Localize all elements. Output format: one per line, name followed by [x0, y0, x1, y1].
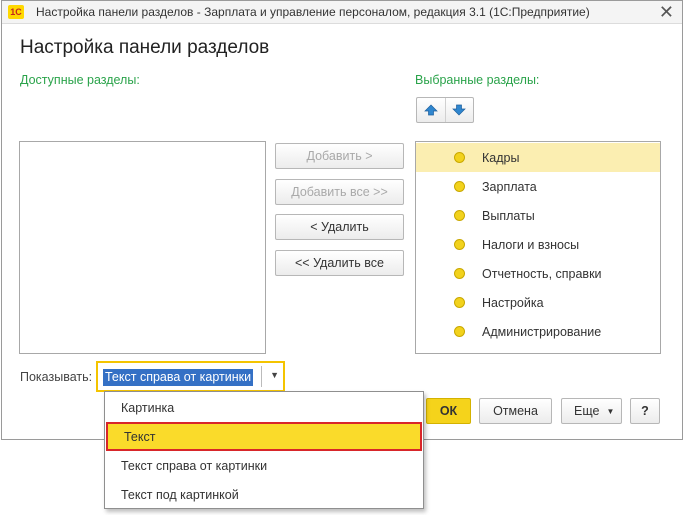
list-item[interactable]: Отчетность, справки: [416, 259, 660, 288]
list-item[interactable]: Настройка: [416, 288, 660, 317]
divider: [261, 366, 262, 387]
add-all-button[interactable]: Добавить все >>: [275, 179, 404, 205]
show-mode-select[interactable]: Текст справа от картинки ▼: [96, 361, 285, 392]
available-sections-label: Доступные разделы:: [20, 73, 140, 87]
list-item[interactable]: Налоги и взносы: [416, 230, 660, 259]
selected-sections-label: Выбранные разделы:: [415, 73, 540, 87]
list-item[interactable]: Зарплата: [416, 172, 660, 201]
list-item-label: Налоги и взносы: [482, 237, 580, 252]
remove-button[interactable]: < Удалить: [275, 214, 404, 240]
section-bullet-icon: [454, 239, 465, 250]
show-mode-label: Показывать:: [20, 370, 93, 384]
show-mode-value[interactable]: Текст справа от картинки: [103, 369, 254, 386]
list-item[interactable]: Выплаты: [416, 201, 660, 230]
list-item-label: Выплаты: [482, 208, 535, 223]
section-bullet-icon: [454, 152, 465, 163]
move-up-button[interactable]: [417, 98, 445, 122]
dropdown-option[interactable]: Текст справа от картинки: [105, 451, 423, 480]
list-item-label: Зарплата: [482, 179, 537, 194]
list-item[interactable]: Администрирование: [416, 317, 660, 346]
chevron-down-icon[interactable]: ▼: [270, 370, 279, 380]
page-title: Настройка панели разделов: [20, 37, 270, 58]
selected-sections-list[interactable]: Кадры Зарплата Выплаты Налоги и взносы О…: [415, 141, 661, 354]
remove-all-button[interactable]: << Удалить все: [275, 250, 404, 276]
move-down-button[interactable]: [446, 98, 474, 122]
chevron-down-icon: ▼: [606, 406, 615, 416]
cancel-button[interactable]: Отмена: [479, 398, 552, 424]
list-item-label: Настройка: [482, 295, 544, 310]
help-button[interactable]: ?: [630, 398, 660, 424]
close-icon[interactable]: ✕: [659, 1, 674, 23]
window-title: Настройка панели разделов - Зарплата и у…: [36, 5, 590, 19]
section-bullet-icon: [454, 181, 465, 192]
move-buttons: [416, 97, 474, 123]
list-item-label: Отчетность, справки: [482, 266, 602, 281]
section-bullet-icon: [454, 297, 465, 308]
dropdown-option[interactable]: Текст под картинкой: [105, 480, 423, 509]
ok-button[interactable]: ОК: [426, 398, 471, 424]
section-bullet-icon: [454, 326, 465, 337]
title-bar: 1С Настройка панели разделов - Зарплата …: [2, 1, 682, 24]
more-button-label: Еще: [574, 404, 600, 418]
1c-logo-icon: 1С: [8, 5, 24, 19]
arrow-down-icon: [452, 104, 467, 116]
more-button[interactable]: Еще ▼: [561, 398, 622, 424]
show-mode-dropdown: Картинка Текст Текст справа от картинки …: [104, 391, 424, 509]
dropdown-option[interactable]: Текст: [106, 422, 422, 451]
settings-dialog: 1С Настройка панели разделов - Зарплата …: [1, 0, 683, 440]
dropdown-option[interactable]: Картинка: [105, 393, 423, 422]
list-item-label: Администрирование: [482, 324, 602, 339]
add-button[interactable]: Добавить >: [275, 143, 404, 169]
available-sections-list[interactable]: [19, 141, 266, 354]
arrow-up-icon: [423, 104, 438, 116]
section-bullet-icon: [454, 210, 465, 221]
list-item-label: Кадры: [482, 150, 520, 165]
list-item[interactable]: Кадры: [416, 143, 660, 172]
section-bullet-icon: [454, 268, 465, 279]
